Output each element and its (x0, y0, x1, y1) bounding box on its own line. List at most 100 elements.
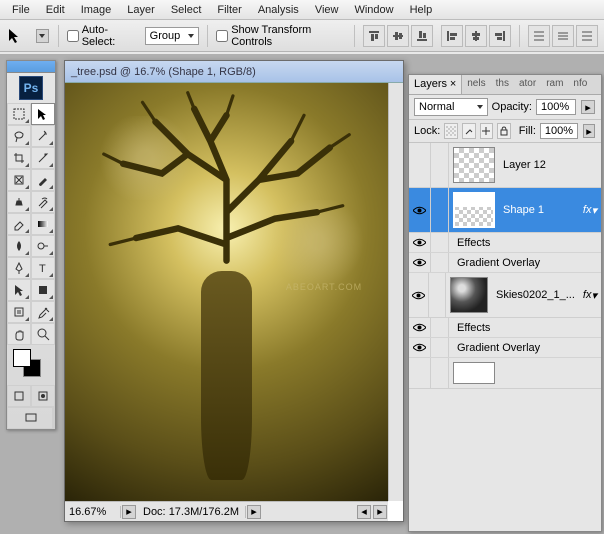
standard-mode-button[interactable] (7, 385, 31, 407)
menu-image[interactable]: Image (73, 2, 120, 18)
history-brush-tool[interactable] (31, 191, 55, 213)
menu-edit[interactable]: Edit (38, 2, 73, 18)
visibility-toggle[interactable] (409, 188, 431, 232)
healing-brush-tool[interactable] (7, 169, 31, 191)
effects-row[interactable]: Effects (409, 318, 601, 338)
vertical-scrollbar[interactable] (388, 83, 403, 501)
gradient-tool[interactable] (31, 213, 55, 235)
layer-row[interactable]: Layer 12 (409, 143, 601, 188)
color-swatches[interactable] (7, 345, 55, 385)
align-top-button[interactable] (363, 25, 385, 47)
link-cell[interactable] (429, 273, 445, 317)
effect-gradient-overlay-row[interactable]: Gradient Overlay (409, 338, 601, 358)
menu-help[interactable]: Help (402, 2, 441, 18)
layer-name[interactable] (499, 358, 601, 388)
lasso-tool[interactable] (7, 125, 31, 147)
layer-thumbnail[interactable] (453, 192, 495, 228)
tab-histogram[interactable]: ram (541, 75, 568, 94)
tool-preset-dropdown[interactable] (36, 29, 49, 43)
toolbox-titlebar[interactable] (7, 61, 55, 73)
lock-all-button[interactable] (497, 123, 511, 139)
align-vcenter-button[interactable] (387, 25, 409, 47)
fill-input[interactable]: 100% (540, 123, 578, 139)
path-select-tool[interactable] (7, 279, 31, 301)
visibility-toggle[interactable] (409, 273, 429, 317)
layer-name[interactable]: Shape 1 (499, 188, 579, 232)
canvas[interactable]: ABEOART.COM (65, 83, 388, 501)
move-tool[interactable] (31, 103, 55, 125)
layer-row-selected[interactable]: Shape 1 fx ▾ (409, 188, 601, 233)
clone-stamp-tool[interactable] (7, 191, 31, 213)
auto-select-checkbox[interactable]: Auto-Select: (67, 24, 137, 48)
blend-mode-dropdown[interactable]: Normal (414, 98, 488, 116)
auto-select-target-dropdown[interactable]: Group (145, 27, 200, 45)
tab-channels[interactable]: nels (462, 75, 490, 94)
docinfo-popup-button[interactable]: ▸ (247, 505, 261, 519)
menu-filter[interactable]: Filter (209, 2, 249, 18)
tab-paths[interactable]: ths (491, 75, 514, 94)
pen-tool[interactable] (7, 257, 31, 279)
zoom-tool[interactable] (31, 323, 55, 345)
scroll-left-button[interactable]: ◂ (357, 505, 371, 519)
opacity-slider-button[interactable]: ▸ (581, 100, 595, 114)
slice-tool[interactable] (31, 147, 55, 169)
visibility-toggle[interactable] (409, 358, 431, 388)
lock-transparency-button[interactable] (444, 123, 458, 139)
toolbox-panel[interactable]: Ps T (6, 60, 56, 430)
align-right-button[interactable] (489, 25, 511, 47)
document-titlebar[interactable]: _tree.psd @ 16.7% (Shape 1, RGB/8) (65, 61, 403, 83)
menu-analysis[interactable]: Analysis (250, 2, 307, 18)
menu-select[interactable]: Select (163, 2, 210, 18)
show-transform-checkbox[interactable]: Show Transform Controls (216, 24, 346, 48)
screen-mode-button[interactable] (7, 407, 55, 429)
effect-gradient-overlay-row[interactable]: Gradient Overlay (409, 253, 601, 273)
menu-window[interactable]: Window (346, 2, 401, 18)
align-bottom-button[interactable] (411, 25, 433, 47)
opacity-input[interactable]: 100% (536, 99, 576, 115)
tab-info[interactable]: nfo (568, 75, 592, 94)
menu-view[interactable]: View (307, 2, 347, 18)
lock-image-button[interactable] (462, 123, 476, 139)
fx-badge[interactable]: fx ▾ (579, 273, 601, 317)
visibility-toggle[interactable] (409, 338, 431, 357)
rect-marquee-tool[interactable] (7, 103, 31, 125)
eyedropper-tool[interactable] (31, 301, 55, 323)
menu-file[interactable]: File (4, 2, 38, 18)
visibility-toggle[interactable] (409, 233, 431, 252)
crop-tool[interactable] (7, 147, 31, 169)
notes-tool[interactable] (7, 301, 31, 323)
link-cell[interactable] (431, 188, 449, 232)
blur-tool[interactable] (7, 235, 31, 257)
eraser-tool[interactable] (7, 213, 31, 235)
hand-tool[interactable] (7, 323, 31, 345)
tab-layers[interactable]: Layers × (409, 75, 462, 94)
type-tool[interactable]: T (31, 257, 55, 279)
zoom-popup-button[interactable]: ▸ (122, 505, 136, 519)
zoom-level[interactable]: 16.67% (65, 506, 121, 518)
scroll-right-button[interactable]: ▸ (373, 505, 387, 519)
distribute-top-button[interactable] (528, 25, 550, 47)
link-cell[interactable] (431, 143, 449, 187)
visibility-toggle[interactable] (409, 318, 431, 337)
brush-tool[interactable] (31, 169, 55, 191)
layer-name[interactable]: Skies0202_1_... (492, 273, 579, 317)
distribute-bottom-button[interactable] (576, 25, 598, 47)
dodge-tool[interactable] (31, 235, 55, 257)
align-left-button[interactable] (441, 25, 463, 47)
lock-position-button[interactable] (480, 123, 494, 139)
shape-tool[interactable] (31, 279, 55, 301)
magic-wand-tool[interactable] (31, 125, 55, 147)
layer-thumbnail[interactable] (450, 277, 488, 313)
layer-thumbnail[interactable] (453, 362, 495, 384)
distribute-vcenter-button[interactable] (552, 25, 574, 47)
menu-layer[interactable]: Layer (119, 2, 163, 18)
tab-navigator[interactable]: ator (514, 75, 541, 94)
fx-badge[interactable]: fx ▾ (579, 188, 601, 232)
align-hcenter-button[interactable] (465, 25, 487, 47)
layer-thumbnail[interactable] (453, 147, 495, 183)
visibility-toggle[interactable] (409, 143, 431, 187)
foreground-color-swatch[interactable] (13, 349, 31, 367)
effects-row[interactable]: Effects (409, 233, 601, 253)
layer-row[interactable]: Skies0202_1_... fx ▾ (409, 273, 601, 318)
layer-row[interactable] (409, 358, 601, 389)
